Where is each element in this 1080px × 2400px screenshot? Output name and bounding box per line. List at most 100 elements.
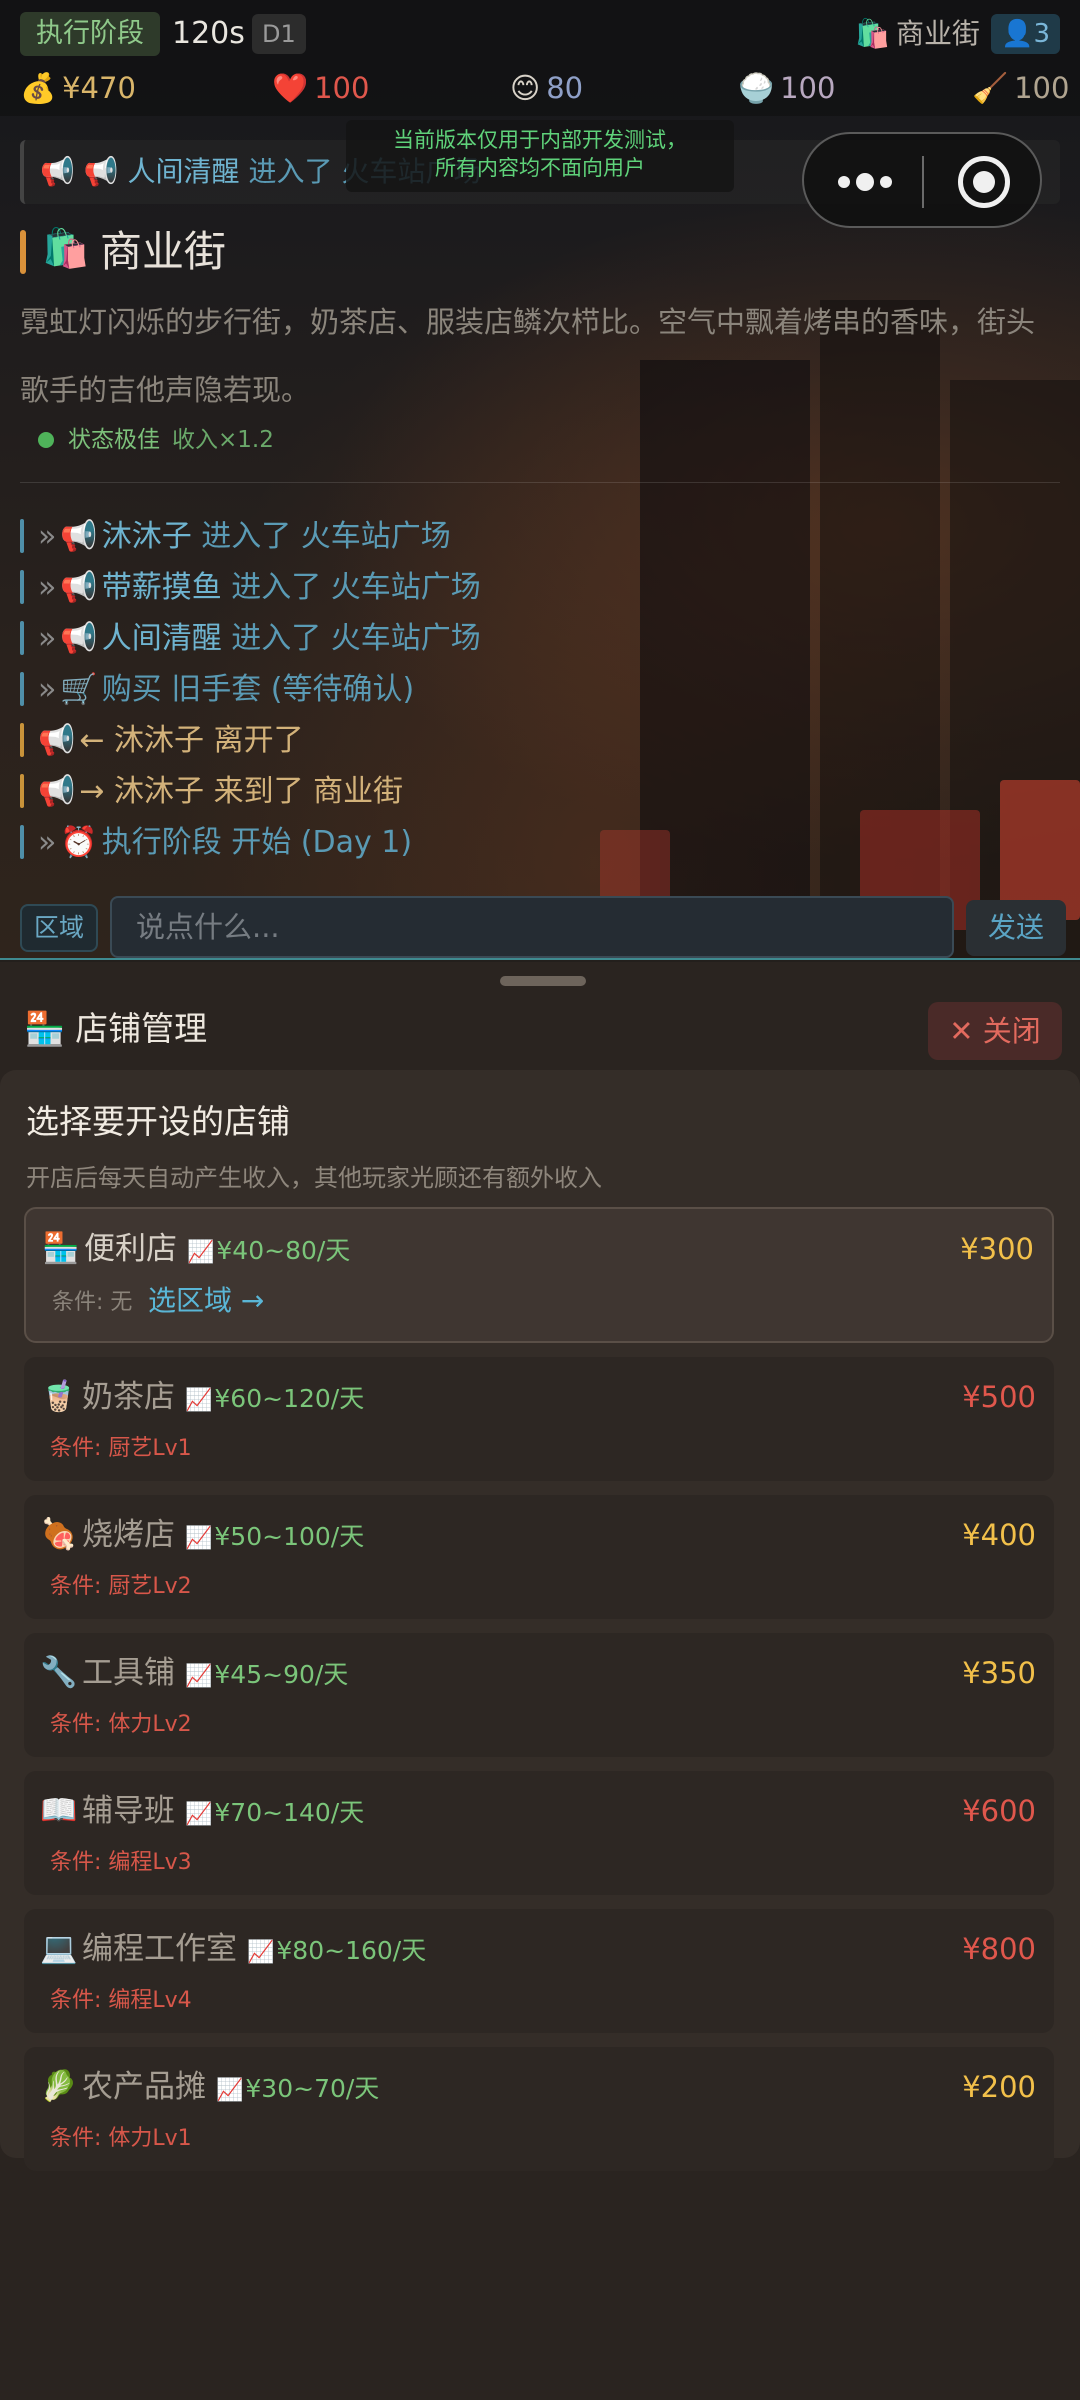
log-player-name[interactable]: 人间清醒: [102, 621, 222, 656]
shop-condition: 条件: 编程Lv3: [50, 1850, 192, 1875]
current-location[interactable]: 🛍️ 商业街: [855, 12, 980, 56]
chat-bar: 区域 发送: [0, 896, 1080, 958]
shop-price: ¥500: [962, 1380, 1036, 1414]
chat-input[interactable]: [110, 896, 954, 958]
log-entry: 📢 ← 沐沐子 离开了: [20, 715, 1060, 766]
more-icon[interactable]: [834, 158, 924, 206]
log-text: ← 沐沐子 离开了: [79, 723, 304, 758]
shop-price: ¥800: [962, 1932, 1036, 1966]
log-accent-bar: [20, 723, 24, 757]
shop-name: 编程工作室: [82, 1931, 237, 1967]
shop-name: 便利店: [84, 1231, 177, 1267]
log-player-name[interactable]: 带薪摸鱼: [102, 570, 222, 605]
shop-price: ¥200: [962, 2070, 1036, 2104]
wrench-icon: 🔧: [40, 1655, 78, 1690]
megaphone-icon: 📢: [60, 621, 98, 656]
chart-increasing-icon: 📈: [185, 1664, 213, 1689]
shop-income: 📈¥70~140/天: [185, 1798, 364, 1827]
laptop-icon: 💻: [40, 1931, 78, 1966]
miniprogram-capsule: [802, 132, 1042, 228]
shop-condition: 条件: 体力Lv2: [50, 1712, 192, 1737]
sheet-title-label: 店铺管理: [75, 1009, 208, 1048]
money-value: ¥470: [62, 71, 136, 105]
status-dot-icon: [38, 432, 54, 448]
log-entry: » ⏰ 执行阶段 开始 (Day 1): [20, 817, 1060, 868]
shop-price: ¥350: [962, 1656, 1036, 1690]
phase-badge: 执行阶段: [20, 12, 160, 56]
shop-selection-panel: 选择要开设的店铺 开店后每天自动产生收入，其他玩家光顾还有额外收入 🏪 便利店 📈¥…: [0, 1070, 1080, 2171]
shop-management-sheet: 🏪 店铺管理 ✕ 关闭 选择要开设的店铺 开店后每天自动产生收入，其他玩家光顾还有…: [0, 962, 1080, 2400]
shop-option[interactable]: 🍖 烧烤店 📈¥50~100/天 ¥400 条件: 厨艺Lv2: [24, 1495, 1054, 1619]
shop-name: 辅导班: [82, 1793, 175, 1829]
shop-condition: 条件: 厨艺Lv1: [50, 1436, 192, 1461]
shop-option[interactable]: 🏪 便利店 📈¥40~80/天 ¥300 条件: 无选区域 →: [24, 1207, 1054, 1343]
shop-name-row: 编程工作室 📈¥80~160/天: [82, 1927, 426, 1975]
log-accent-bar: [20, 774, 24, 808]
divider: [20, 482, 1060, 483]
log-player-name[interactable]: 沐沐子: [102, 519, 192, 554]
phase-timer: 120s: [172, 16, 245, 51]
dev-notice-line: 当前版本仅用于内部开发测试，: [393, 128, 687, 152]
shop-option[interactable]: 📖 辅导班 📈¥70~140/天 ¥600 条件: 编程Lv3: [24, 1771, 1054, 1895]
log-prefix: »: [38, 621, 57, 656]
log-entry: » 📢 带薪摸鱼 进入了 火车站广场: [20, 562, 1060, 613]
chart-increasing-icon: 📈: [216, 2078, 244, 2103]
shop-name: 工具铺: [82, 1655, 175, 1691]
heart-icon: ❤️: [272, 71, 309, 105]
convenience-store-icon: 🏪: [42, 1231, 80, 1266]
player-count-badge[interactable]: 👤3: [991, 14, 1060, 54]
log-prefix: »: [38, 672, 57, 707]
location-status: 状态极佳 收入×1.2: [38, 420, 274, 460]
chart-increasing-icon: 📈: [185, 1388, 213, 1413]
mood-value: 80: [546, 71, 584, 105]
energy-stat: 🧹 100: [972, 66, 1069, 110]
food-value: 100: [780, 71, 836, 105]
shop-income: 📈¥30~70/天: [216, 2074, 379, 2103]
log-entry: » 📢 沐沐子 进入了 火车站广场: [20, 511, 1060, 562]
open-book-icon: 📖: [40, 1793, 78, 1828]
send-button[interactable]: 发送: [966, 900, 1066, 956]
panel-title: 选择要开设的店铺: [26, 1102, 290, 1141]
chat-channel-button[interactable]: 区域: [20, 904, 98, 952]
shopping-bag-icon: 🛍️: [42, 226, 90, 270]
close-miniprogram-icon[interactable]: [958, 156, 1010, 208]
event-log: » 📢 沐沐子 进入了 火车站广场» 📢 带薪摸鱼 进入了 火车站广场» 📢 人间清醒 进入…: [20, 511, 1060, 868]
sheet-drag-handle[interactable]: [500, 976, 586, 986]
close-button[interactable]: ✕ 关闭: [928, 1002, 1062, 1060]
select-area-link[interactable]: 选区域 →: [148, 1281, 264, 1321]
shop-option[interactable]: 🔧 工具铺 📈¥45~90/天 ¥350 条件: 体力Lv2: [24, 1633, 1054, 1757]
dev-notice: 当前版本仅用于内部开发测试， 所有内容均不面向用户: [346, 120, 734, 192]
dev-notice-line: 所有内容均不面向用户: [435, 156, 645, 180]
shop-income: 📈¥45~90/天: [185, 1660, 348, 1689]
shop-condition: 条件: 体力Lv1: [50, 2126, 192, 2151]
chart-increasing-icon: 📈: [185, 1802, 213, 1827]
capsule-divider: [922, 156, 924, 208]
shop-price: ¥300: [960, 1232, 1034, 1266]
shop-income-value: ¥45~90/天: [214, 1660, 349, 1689]
log-prefix: »: [38, 519, 57, 554]
log-accent-bar: [20, 621, 24, 655]
shop-option[interactable]: 💻 编程工作室 📈¥80~160/天 ¥800 条件: 编程Lv4: [24, 1909, 1054, 2033]
convenience-store-icon: 🏪: [24, 1009, 66, 1048]
shop-name-row: 辅导班 📈¥70~140/天: [82, 1789, 364, 1837]
shop-price: ¥400: [962, 1518, 1036, 1552]
health-value: 100: [314, 71, 370, 105]
shop-price: ¥600: [962, 1794, 1036, 1828]
city-scene-background: 执行阶段 120s D1 🛍️ 商业街 👤3 💰 ¥470 ❤️ 100 😊 80 🍚 1…: [0, 0, 1080, 960]
bubble-tea-icon: 🧋: [40, 1379, 78, 1414]
shop-condition: 条件: 无: [52, 1290, 133, 1315]
log-text: 进入了 火车站广场: [221, 570, 481, 605]
shop-income-value: ¥30~70/天: [245, 2074, 380, 2103]
shop-condition: 条件: 厨艺Lv2: [50, 1574, 192, 1599]
log-accent-bar: [20, 519, 24, 553]
shop-name-row: 便利店 📈¥40~80/天: [84, 1227, 350, 1275]
location-title: 商业街: [100, 227, 227, 276]
energy-value: 100: [1014, 71, 1070, 105]
shop-option[interactable]: 🧋 奶茶店 📈¥60~120/天 ¥500 条件: 厨艺Lv1: [24, 1357, 1054, 1481]
money-bag-icon: 💰: [20, 71, 57, 105]
shop-name: 奶茶店: [82, 1379, 175, 1415]
shop-income-value: ¥70~140/天: [214, 1798, 365, 1827]
shop-name-row: 农产品摊 📈¥30~70/天: [82, 2065, 379, 2113]
shop-option[interactable]: 🥬 农产品摊 📈¥30~70/天 ¥200 条件: 体力Lv1: [24, 2047, 1054, 2171]
shopping-bag-icon: 🛍️: [855, 17, 890, 50]
